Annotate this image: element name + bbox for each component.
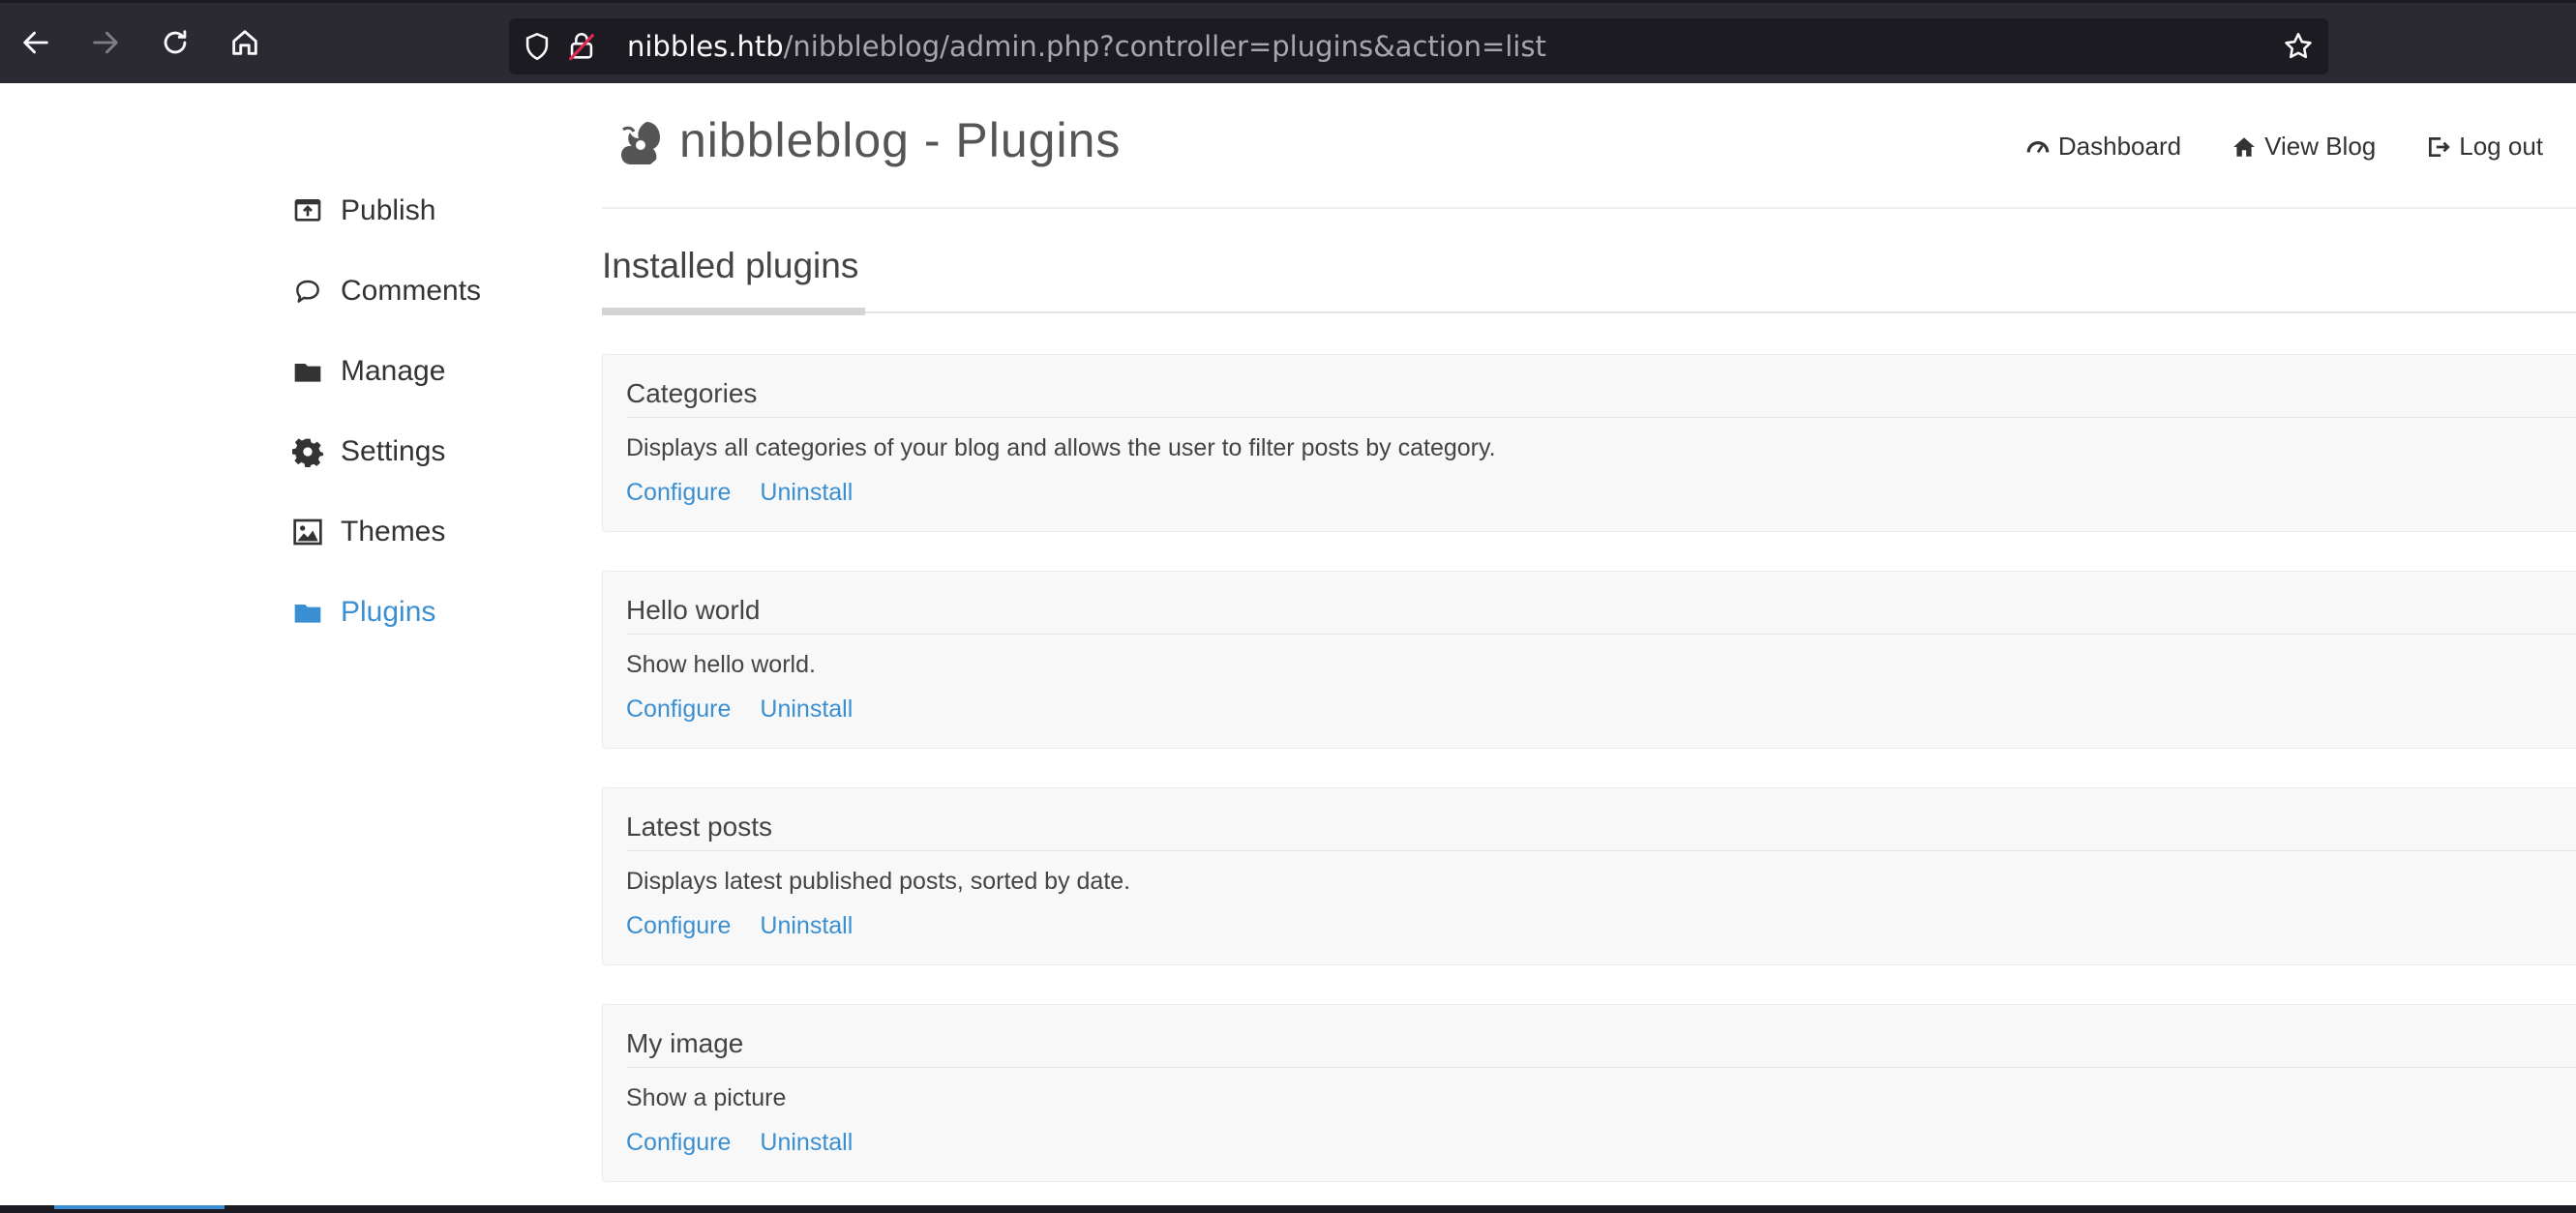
dashboard-link-label: Dashboard [2057,132,2182,161]
plugin-actions: Configure Uninstall [626,695,882,724]
logout-link[interactable]: Log out [2426,132,2543,162]
forward-button[interactable] [85,22,126,63]
plugin-card: Hello world Show hello world. Configure … [602,571,2576,749]
sidebar-item-settings[interactable]: Settings [290,411,571,491]
shield-icon[interactable] [521,30,554,63]
sidebar-item-label: Themes [341,515,446,547]
plugin-divider [626,850,2576,851]
sidebar-item-label: Publish [341,193,436,226]
plugin-name: My image [626,1028,744,1058]
publish-icon [290,193,325,228]
home-button[interactable] [225,22,265,63]
uninstall-link[interactable]: Uninstall [760,479,853,507]
sidebar-item-themes[interactable]: Themes [290,491,571,572]
plugin-actions: Configure Uninstall [626,479,882,507]
reload-icon [164,30,187,54]
sidebar-item-label: Settings [341,434,446,467]
section-title: Installed plugins [602,246,859,285]
nibbleblog-logo-icon [621,122,660,164]
configure-link[interactable]: Configure [626,1129,731,1157]
sidebar-item-publish[interactable]: Publish [290,170,571,251]
plugin-actions: Configure Uninstall [626,1129,882,1157]
sidebar-item-label: Plugins [341,595,436,628]
back-button[interactable] [15,22,56,63]
folder-open-icon [290,595,325,630]
top-nav: Dashboard View Blog Log out [1975,132,2543,162]
sidebar: Publish Comments Manage Settings Themes [290,170,571,652]
plugin-description: Show hello world. [626,651,816,678]
section-divider [602,311,2576,313]
plugin-name: Hello world [626,595,761,625]
plugin-description: Displays all categories of your blog and… [626,434,1496,461]
configure-link[interactable]: Configure [626,695,731,724]
sidebar-item-manage[interactable]: Manage [290,331,571,411]
insecure-lock-icon[interactable] [565,30,598,63]
plugin-card: Categories Displays all categories of yo… [602,354,2576,532]
plugin-divider [626,417,2576,418]
sidebar-item-label: Comments [341,274,482,307]
url-host: nibbles.htb [627,30,784,63]
configure-link[interactable]: Configure [626,912,731,940]
configure-link[interactable]: Configure [626,479,731,507]
plugin-name: Categories [626,378,758,408]
address-bar[interactable]: nibbles.htb/nibbleblog/admin.php?control… [509,18,2328,74]
sidebar-item-plugins[interactable]: Plugins [290,572,571,652]
uninstall-link[interactable]: Uninstall [760,695,853,724]
page-content: Publish Comments Manage Settings Themes [0,83,2576,1205]
plugin-name: Latest posts [626,812,772,842]
plugin-list: Categories Displays all categories of yo… [602,354,2576,1205]
page-title: nibbleblog - Plugins [679,113,1122,167]
browser-toolbar: nibbles.htb/nibbleblog/admin.php?control… [0,0,2576,83]
plugin-card: My image Show a picture Configure Uninst… [602,1004,2576,1182]
image-icon [290,515,325,549]
arrow-left-icon [23,31,48,54]
uninstall-link[interactable]: Uninstall [760,912,853,940]
app-header: nibbleblog - Plugins Dashboard View Blog… [602,83,2576,209]
logout-icon [2429,136,2450,157]
section-divider-accent [602,308,865,315]
home-icon [2233,136,2255,157]
reload-button[interactable] [155,22,195,63]
taskbar-strip [0,1205,2576,1213]
active-window-indicator [54,1205,225,1209]
folder-icon [290,354,325,389]
plugin-card: Latest posts Displays latest published p… [602,787,2576,965]
url-text[interactable]: nibbles.htb/nibbleblog/admin.php?control… [627,18,1546,74]
dashboard-link[interactable]: Dashboard [2025,132,2181,162]
plugin-description: Show a picture [626,1084,787,1111]
sidebar-item-label: Manage [341,354,446,387]
gear-icon [290,434,325,469]
logout-link-label: Log out [2459,132,2543,161]
url-path: /nibbleblog/admin.php?controller=plugins… [783,30,1546,63]
view-blog-link[interactable]: View Blog [2232,132,2376,162]
comment-icon [290,274,325,309]
dashboard-icon [2026,140,2050,153]
view-blog-link-label: View Blog [2264,132,2377,161]
plugin-description: Displays latest published posts, sorted … [626,868,1131,895]
plugin-divider [626,1067,2576,1068]
bookmark-star-icon[interactable] [2282,30,2315,63]
plugin-actions: Configure Uninstall [626,912,882,940]
plugin-divider [626,634,2576,635]
arrow-right-icon [93,31,118,54]
uninstall-link[interactable]: Uninstall [760,1129,853,1157]
home-icon [232,30,257,55]
sidebar-item-comments[interactable]: Comments [290,251,571,331]
